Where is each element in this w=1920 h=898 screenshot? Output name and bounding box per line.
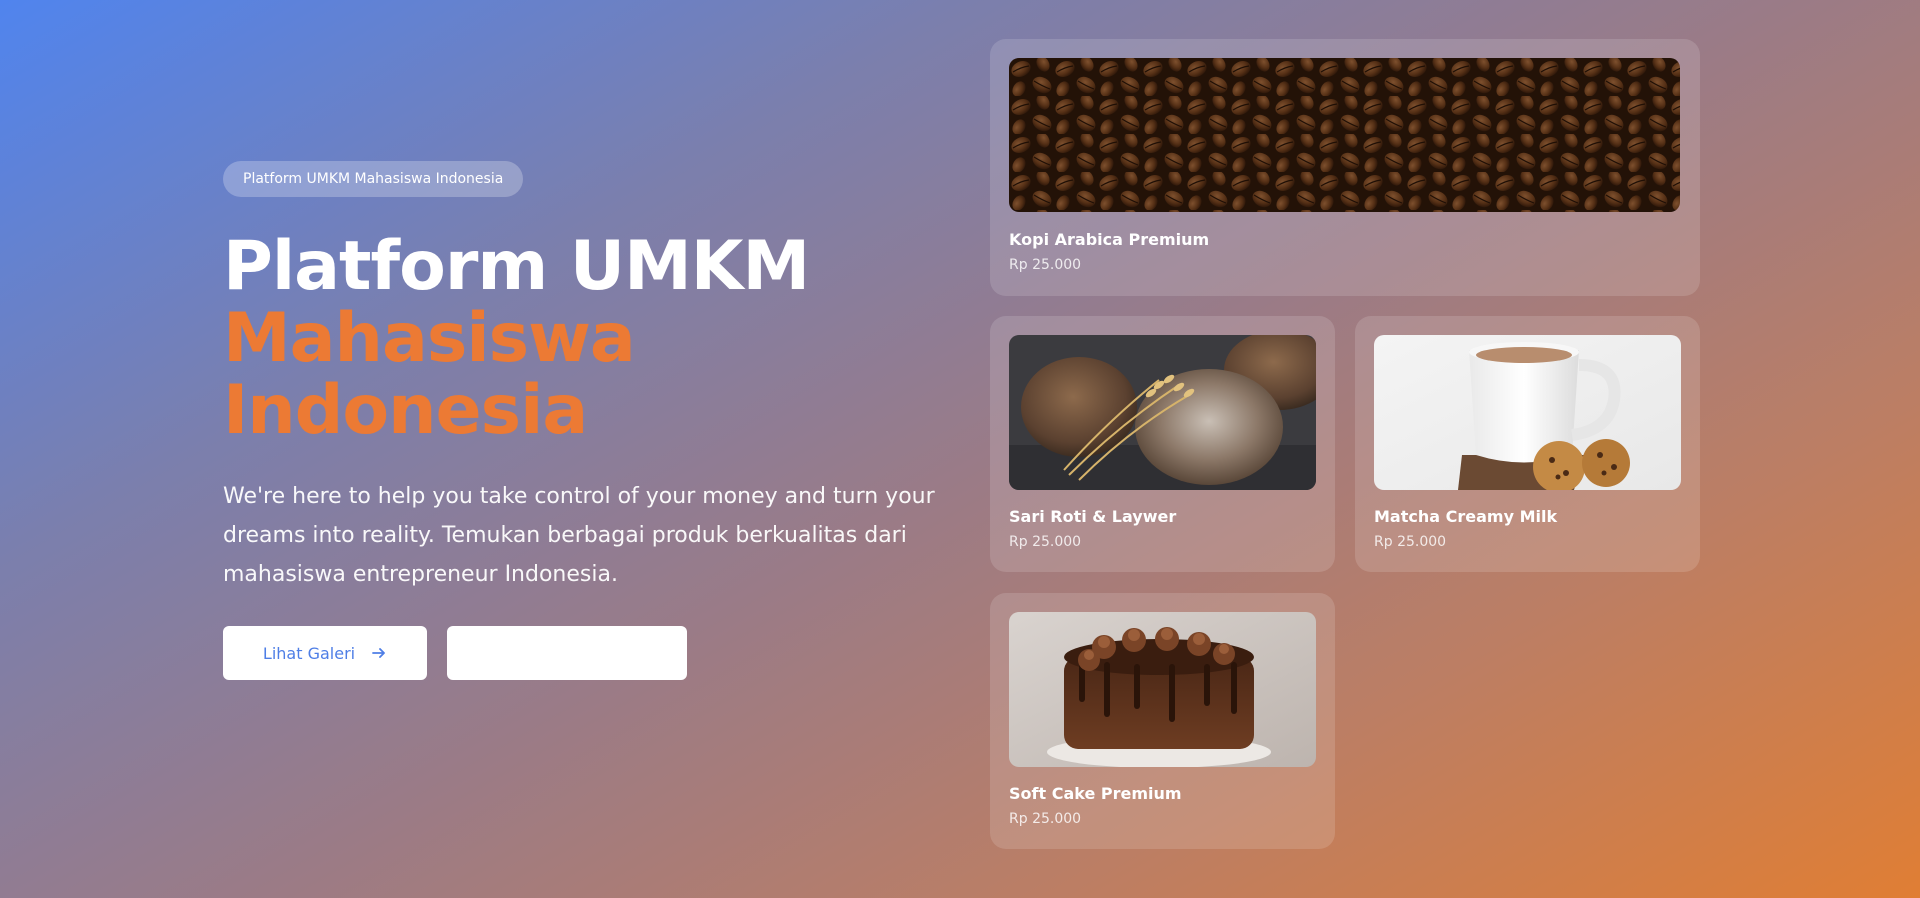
product-card[interactable]: Kopi Arabica Premium Rp 25.000	[990, 39, 1700, 296]
product-price: Rp 25.000	[1009, 534, 1082, 550]
view-gallery-button[interactable]: Lihat Galeri	[223, 626, 427, 680]
product-card[interactable]: Sari Roti & Laywer Rp 25.000	[990, 316, 1335, 572]
secondary-button[interactable]	[447, 626, 687, 680]
coffee-beans-image	[1009, 58, 1680, 212]
hero-buttons: Lihat Galeri	[223, 626, 943, 680]
headline-line-2: Mahasiswa	[223, 299, 636, 378]
hero-description: We're here to help you take control of y…	[223, 484, 935, 587]
hero-headline: Platform UMKM Mahasiswa Indonesia	[223, 231, 943, 447]
product-name: Kopi Arabica Premium	[1009, 230, 1210, 249]
view-gallery-label: Lihat Galeri	[262, 643, 356, 663]
milk-tea-image	[1374, 335, 1681, 490]
hero-text-column: Platform UMKM Mahasiswa Indonesia Platfo…	[223, 161, 943, 680]
arrow-right-icon	[372, 648, 385, 658]
product-price: Rp 25.000	[1374, 534, 1447, 550]
product-name: Matcha Creamy Milk	[1374, 507, 1558, 526]
headline-line-3: Indonesia	[223, 371, 588, 450]
product-name: Soft Cake Premium	[1009, 784, 1182, 803]
chocolate-cake-image	[1009, 612, 1316, 767]
product-price: Rp 25.000	[1009, 811, 1082, 827]
product-card[interactable]: Matcha Creamy Milk Rp 25.000	[1355, 316, 1700, 572]
product-card[interactable]: Soft Cake Premium Rp 25.000	[990, 593, 1335, 849]
bread-image	[1009, 335, 1316, 490]
product-price: Rp 25.000	[1009, 257, 1082, 273]
hero-section: Platform UMKM Mahasiswa Indonesia Platfo…	[0, 0, 1920, 898]
product-name: Sari Roti & Laywer	[1009, 507, 1177, 526]
headline-line-1: Platform UMKM	[223, 227, 810, 306]
platform-badge: Platform UMKM Mahasiswa Indonesia	[223, 161, 524, 197]
